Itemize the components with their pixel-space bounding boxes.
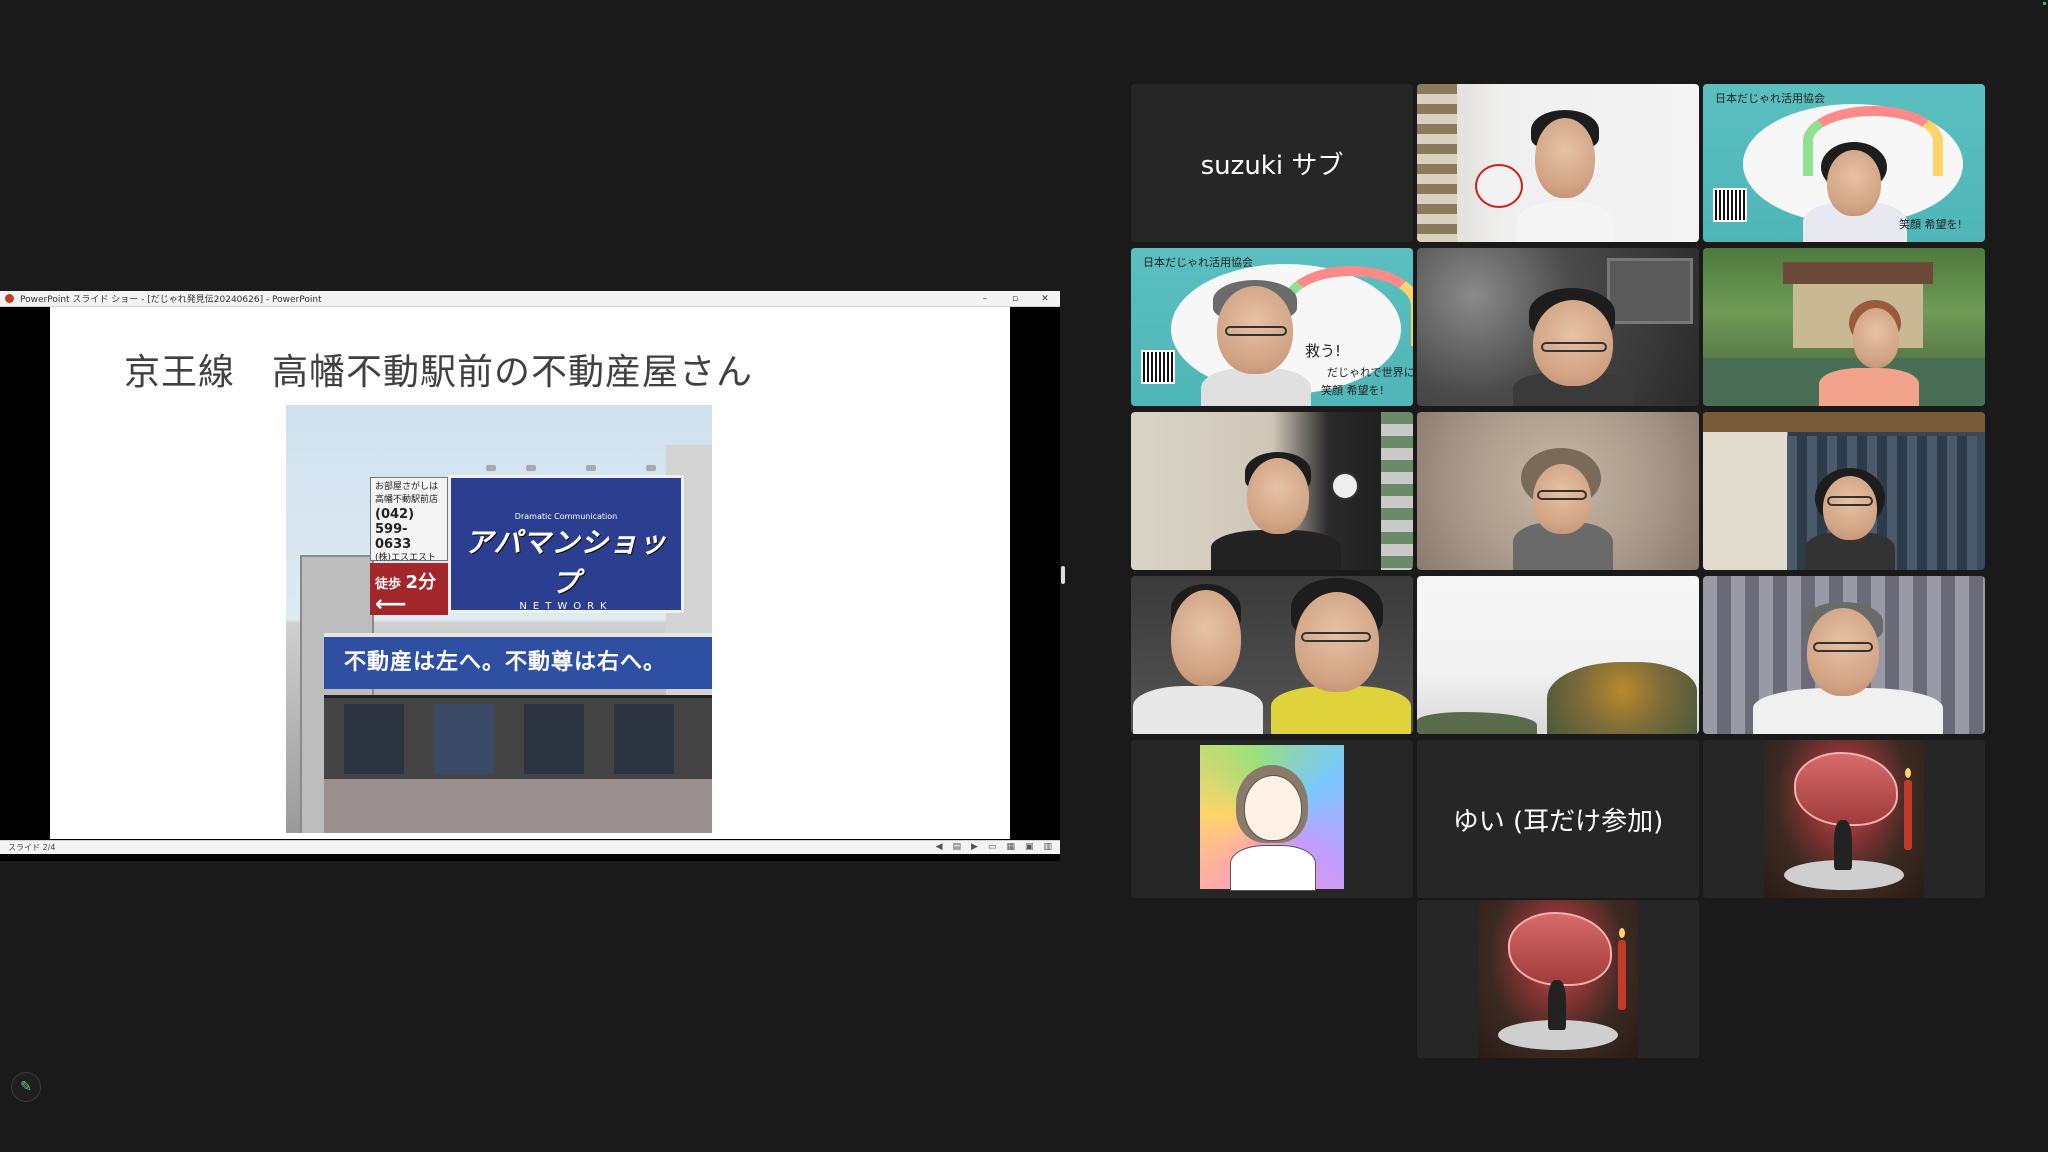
participant-tile-video[interactable] [1131,576,1413,734]
sign-main-board: Dramatic Communication アパマンショップ NETWORK [448,475,684,613]
participant-video [1131,412,1413,570]
sign-info-board: お部屋さがしは 高幡不動駅前店 (042) 599-0633 (株)エスエストラ… [370,477,448,576]
slide-area[interactable]: 京王線 高幡不動駅前の不動産屋さん お部屋さがしは 高幡不動駅前店 (042) … [0,307,1060,839]
pencil-icon: ✎ [20,1079,32,1095]
banner-line: 笑顔 希望を! [1321,384,1384,397]
normal-view-icon[interactable]: ▭ [988,841,997,854]
sign-bottom-board: 不動産は左へ。不動尊は右へ。 [324,633,712,689]
participant-tile-video[interactable] [1703,576,1985,734]
sign-main-brand: アパマンショップ [464,526,668,599]
participant-video [1703,248,1985,406]
sign-phone-area: (042) [375,507,415,522]
sign-info-line: お部屋さがしは [375,482,439,492]
ppt-window-title: PowerPoint スライド ショー - [だじゃれ発見伝20240626] … [20,295,322,305]
menu-icon[interactable]: ▤ [953,841,962,854]
steak-photo-icon [1478,900,1638,1058]
left-arrow-icon: ⟵ [375,592,407,617]
powerpoint-logo-icon [5,294,14,303]
participant-tile-video[interactable] [1703,412,1985,570]
shared-screen: PowerPoint スライド ショー - [だじゃれ発見伝20240626] … [0,291,1060,861]
sign-walk-label: 徒歩 [375,577,402,592]
sign-walk-board: 徒歩 2分 ⟵ [370,563,448,617]
photo-lamp [526,465,536,471]
participant-video [1417,412,1699,570]
participant-tile-video[interactable] [1417,84,1699,242]
photo-lamp [646,465,656,471]
participant-tile-video[interactable] [1131,412,1413,570]
sign-phone-number: 599-0633 [375,522,412,552]
annotate-button[interactable]: ✎ [11,1072,41,1102]
sign-info-line: 高幡不動駅前店 [375,495,439,505]
participant-video: 日本だじゃれ活用協会 笑顔 希望を! [1703,84,1985,242]
participant-video [1417,576,1699,734]
banner-slogan: 救う! [1305,342,1342,360]
reading-view-icon[interactable]: ▣ [1025,841,1034,854]
participant-name: ゆい (耳だけ参加) [1452,806,1664,837]
slide-counter: スライド 2/4 [8,843,56,852]
ppt-titlebar: PowerPoint スライド ショー - [だじゃれ発見伝20240626] … [0,291,1060,307]
status-dot-icon [2043,2,2046,5]
photo-storefront [324,695,712,782]
slide: 京王線 高幡不動駅前の不動産屋さん お部屋さがしは 高幡不動駅前店 (042) … [50,307,1010,839]
participant-video: 日本だじゃれ活用協会 救う! だじゃれで世界に 笑顔 希望を! [1131,248,1413,406]
participant-tile-avatar[interactable] [1417,900,1699,1058]
banner-title: 日本だじゃれ活用協会 [1143,256,1253,269]
illustrated-avatar-icon [1200,745,1344,891]
slide-photo: お部屋さがしは 高幡不動駅前店 (042) 599-0633 (株)エスエストラ… [286,405,712,833]
participant-tile-video[interactable]: 日本だじゃれ活用協会 笑顔 希望を! [1703,84,1985,242]
participant-video [1131,576,1413,734]
participant-tile-video[interactable] [1417,576,1699,734]
banner-title: 日本だじゃれ活用協会 [1715,92,1825,105]
photo-window [434,704,494,774]
participant-tile-suzuki[interactable]: suzuki サブ [1131,84,1413,242]
qr-code-icon [1141,350,1175,384]
photo-window [614,704,674,774]
participant-tile-avatar[interactable] [1703,740,1985,898]
next-slide-icon[interactable]: ▶ [971,841,978,854]
minimize-button[interactable]: – [970,294,1000,304]
sign-main-network: NETWORK [519,601,613,612]
participant-video [1417,84,1699,242]
participant-tile-avatar[interactable] [1131,740,1413,898]
sign-main-sub: Dramatic Communication [514,512,618,521]
ppt-statusbar: スライド 2/4 ◀ ▤ ▶ ▭ ▦ ▣ ▥ [0,840,1060,854]
sign-walk-minutes: 2分 [405,572,437,593]
steak-photo-icon [1764,740,1924,898]
photo-window [524,704,584,774]
pane-resize-handle[interactable] [1061,566,1065,584]
prev-slide-icon[interactable]: ◀ [936,841,943,854]
photo-lamp [486,465,496,471]
participant-video [1703,412,1985,570]
photo-store-base [324,779,712,833]
participant-video [1417,248,1699,406]
participant-tile-video[interactable] [1417,412,1699,570]
participant-tile-yui[interactable]: ゆい (耳だけ参加) [1417,740,1699,898]
banner-line: 笑顔 希望を! [1899,218,1962,231]
participant-name: suzuki サブ [1200,150,1344,181]
participant-tile-video[interactable] [1417,248,1699,406]
slideshow-view-icon[interactable]: ▥ [1043,841,1052,854]
photo-window [344,704,404,774]
sorter-view-icon[interactable]: ▦ [1006,841,1015,854]
close-button[interactable]: ✕ [1030,294,1060,304]
photo-lamp [586,465,596,471]
participant-tile-active-speaker[interactable]: 日本だじゃれ活用協会 救う! だじゃれで世界に 笑顔 希望を! [1131,248,1413,406]
participant-video [1703,576,1985,734]
participant-tile-video[interactable] [1703,248,1985,406]
slide-title: 京王線 高幡不動駅前の不動産屋さん [124,352,754,393]
qr-code-icon [1713,188,1747,222]
restore-button[interactable]: ▫ [1000,294,1030,304]
banner-line: だじゃれで世界に [1327,366,1413,379]
